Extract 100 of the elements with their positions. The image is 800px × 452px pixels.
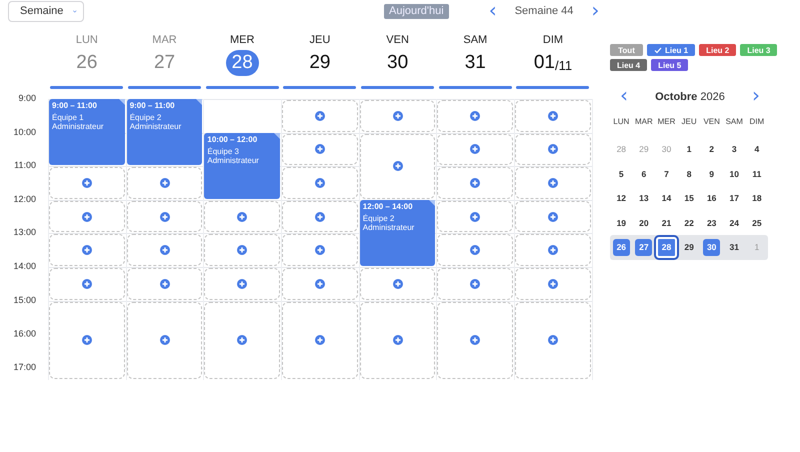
plus-icon[interactable] (392, 161, 403, 172)
plus-icon[interactable] (470, 245, 480, 256)
plus-icon[interactable] (82, 335, 92, 346)
plus-icon[interactable] (548, 178, 558, 188)
calendar-day[interactable]: 6 (635, 165, 652, 182)
calendar-day[interactable]: 26 (612, 238, 630, 256)
weekday-label: SAM (463, 34, 488, 47)
calendar-day[interactable]: 17 (726, 190, 743, 207)
day-number[interactable]: 01/11 (528, 50, 578, 76)
day-number[interactable]: 29 (303, 50, 336, 76)
plus-icon[interactable] (160, 278, 170, 289)
calendar-day[interactable]: 4 (748, 140, 766, 158)
next-month-button[interactable]: › (748, 85, 764, 105)
calendar-day[interactable]: 20 (635, 214, 652, 232)
plus-icon[interactable] (314, 335, 325, 346)
day-number[interactable]: 26 (70, 50, 104, 76)
week-row[interactable]: 26 27 28 29 30 31 1 (610, 235, 768, 260)
plus-icon[interactable] (470, 144, 480, 154)
plus-icon[interactable] (548, 212, 558, 222)
calendar-day[interactable]: 31 (726, 238, 743, 256)
day-number[interactable]: 28 (226, 50, 259, 76)
plus-icon[interactable] (392, 335, 403, 346)
previous-month-button[interactable]: ‹ (616, 85, 632, 105)
calendar-day[interactable]: 22 (680, 214, 698, 232)
plus-icon[interactable] (314, 212, 325, 222)
calendar-day[interactable]: 3 (726, 140, 743, 158)
event-role: Administrateur (362, 222, 416, 232)
calendar-day[interactable]: 5 (612, 165, 630, 182)
plus-icon[interactable] (237, 245, 248, 256)
event-card[interactable]: 10:00 – 12:00 Équipe 3 Administrateur (204, 132, 280, 199)
calendar-day[interactable]: 7 (658, 165, 675, 182)
calendar-day[interactable]: 12 (612, 190, 630, 207)
plus-icon[interactable] (548, 278, 558, 289)
calendar-day[interactable]: 11 (748, 165, 766, 182)
plus-icon[interactable] (548, 335, 558, 346)
calendar-day[interactable]: 13 (635, 190, 652, 207)
plus-icon[interactable] (82, 245, 92, 256)
previous-week-button[interactable]: ‹ (484, 0, 501, 20)
plus-icon[interactable] (237, 278, 248, 289)
plus-icon[interactable] (160, 245, 170, 256)
location-filter[interactable]: Lieu 1 (647, 44, 696, 56)
plus-icon[interactable] (82, 178, 92, 188)
calendar-day[interactable]: 25 (748, 214, 766, 232)
event-card[interactable]: 12:00 – 14:00 Équipe 2 Administrateur (360, 200, 436, 266)
location-filter[interactable]: Lieu 4 (610, 59, 648, 71)
calendar-day[interactable]: 14 (658, 190, 675, 207)
view-select[interactable]: Semaine (8, 0, 84, 22)
plus-icon[interactable] (314, 110, 325, 121)
plus-icon[interactable] (82, 212, 92, 222)
plus-icon[interactable] (314, 245, 325, 256)
event-role: Administrateur (52, 122, 105, 131)
calendar-day[interactable]: 30 (703, 238, 720, 256)
event-card[interactable]: 9:00 – 11:00 Équipe 2 Administrateur (126, 99, 202, 166)
plus-icon[interactable] (392, 110, 403, 121)
day-number[interactable]: 30 (381, 50, 414, 76)
plus-icon[interactable] (237, 335, 248, 346)
calendar-day[interactable]: 27 (635, 238, 652, 256)
empty-slot[interactable] (282, 134, 358, 166)
calendar-day[interactable]: 24 (726, 214, 743, 232)
location-filter[interactable]: Lieu 2 (699, 44, 736, 56)
calendar-day[interactable]: 10 (726, 165, 743, 182)
plus-icon[interactable] (314, 178, 325, 188)
plus-icon[interactable] (548, 144, 558, 154)
calendar-day[interactable]: 1 (680, 140, 698, 158)
weekday-label: SAM (724, 117, 744, 128)
plus-icon[interactable] (470, 278, 480, 289)
event-card[interactable]: 9:00 – 11:00 Équipe 1 Administrateur (49, 99, 125, 166)
calendar-day[interactable]: 23 (703, 214, 720, 232)
plus-icon[interactable] (392, 278, 403, 289)
location-filter[interactable]: Lieu 5 (651, 59, 688, 71)
plus-icon[interactable] (314, 144, 325, 154)
plus-icon[interactable] (314, 278, 325, 289)
calendar-day[interactable]: 18 (748, 190, 766, 207)
plus-icon[interactable] (237, 212, 248, 222)
weekday-label: MAR (152, 34, 177, 47)
calendar-day[interactable]: 2 (703, 140, 720, 158)
calendar-day[interactable]: 21 (658, 214, 675, 232)
plus-icon[interactable] (548, 110, 558, 121)
plus-icon[interactable] (160, 212, 170, 222)
plus-icon[interactable] (470, 110, 480, 121)
plus-icon[interactable] (82, 278, 92, 289)
calendar-day[interactable]: 15 (680, 190, 698, 207)
calendar-day[interactable]: 29 (680, 238, 698, 256)
plus-icon[interactable] (548, 245, 558, 256)
day-number[interactable]: 31 (458, 50, 492, 76)
calendar-day[interactable]: 16 (703, 190, 720, 207)
hour-label: 16:00 (12, 328, 37, 340)
plus-icon[interactable] (470, 335, 480, 346)
calendar-day[interactable]: 28 (656, 236, 677, 258)
calendar-day[interactable]: 8 (680, 165, 698, 182)
next-week-button[interactable]: › (587, 0, 604, 20)
calendar-day[interactable]: 19 (612, 214, 630, 232)
plus-icon[interactable] (160, 178, 170, 188)
plus-icon[interactable] (470, 178, 480, 188)
calendar-day[interactable]: 9 (703, 165, 720, 182)
day-number[interactable]: 27 (148, 50, 182, 76)
hour-label: 15:00 (12, 294, 37, 307)
plus-icon[interactable] (160, 335, 170, 346)
plus-icon[interactable] (470, 212, 480, 222)
empty-slot[interactable] (282, 167, 358, 199)
